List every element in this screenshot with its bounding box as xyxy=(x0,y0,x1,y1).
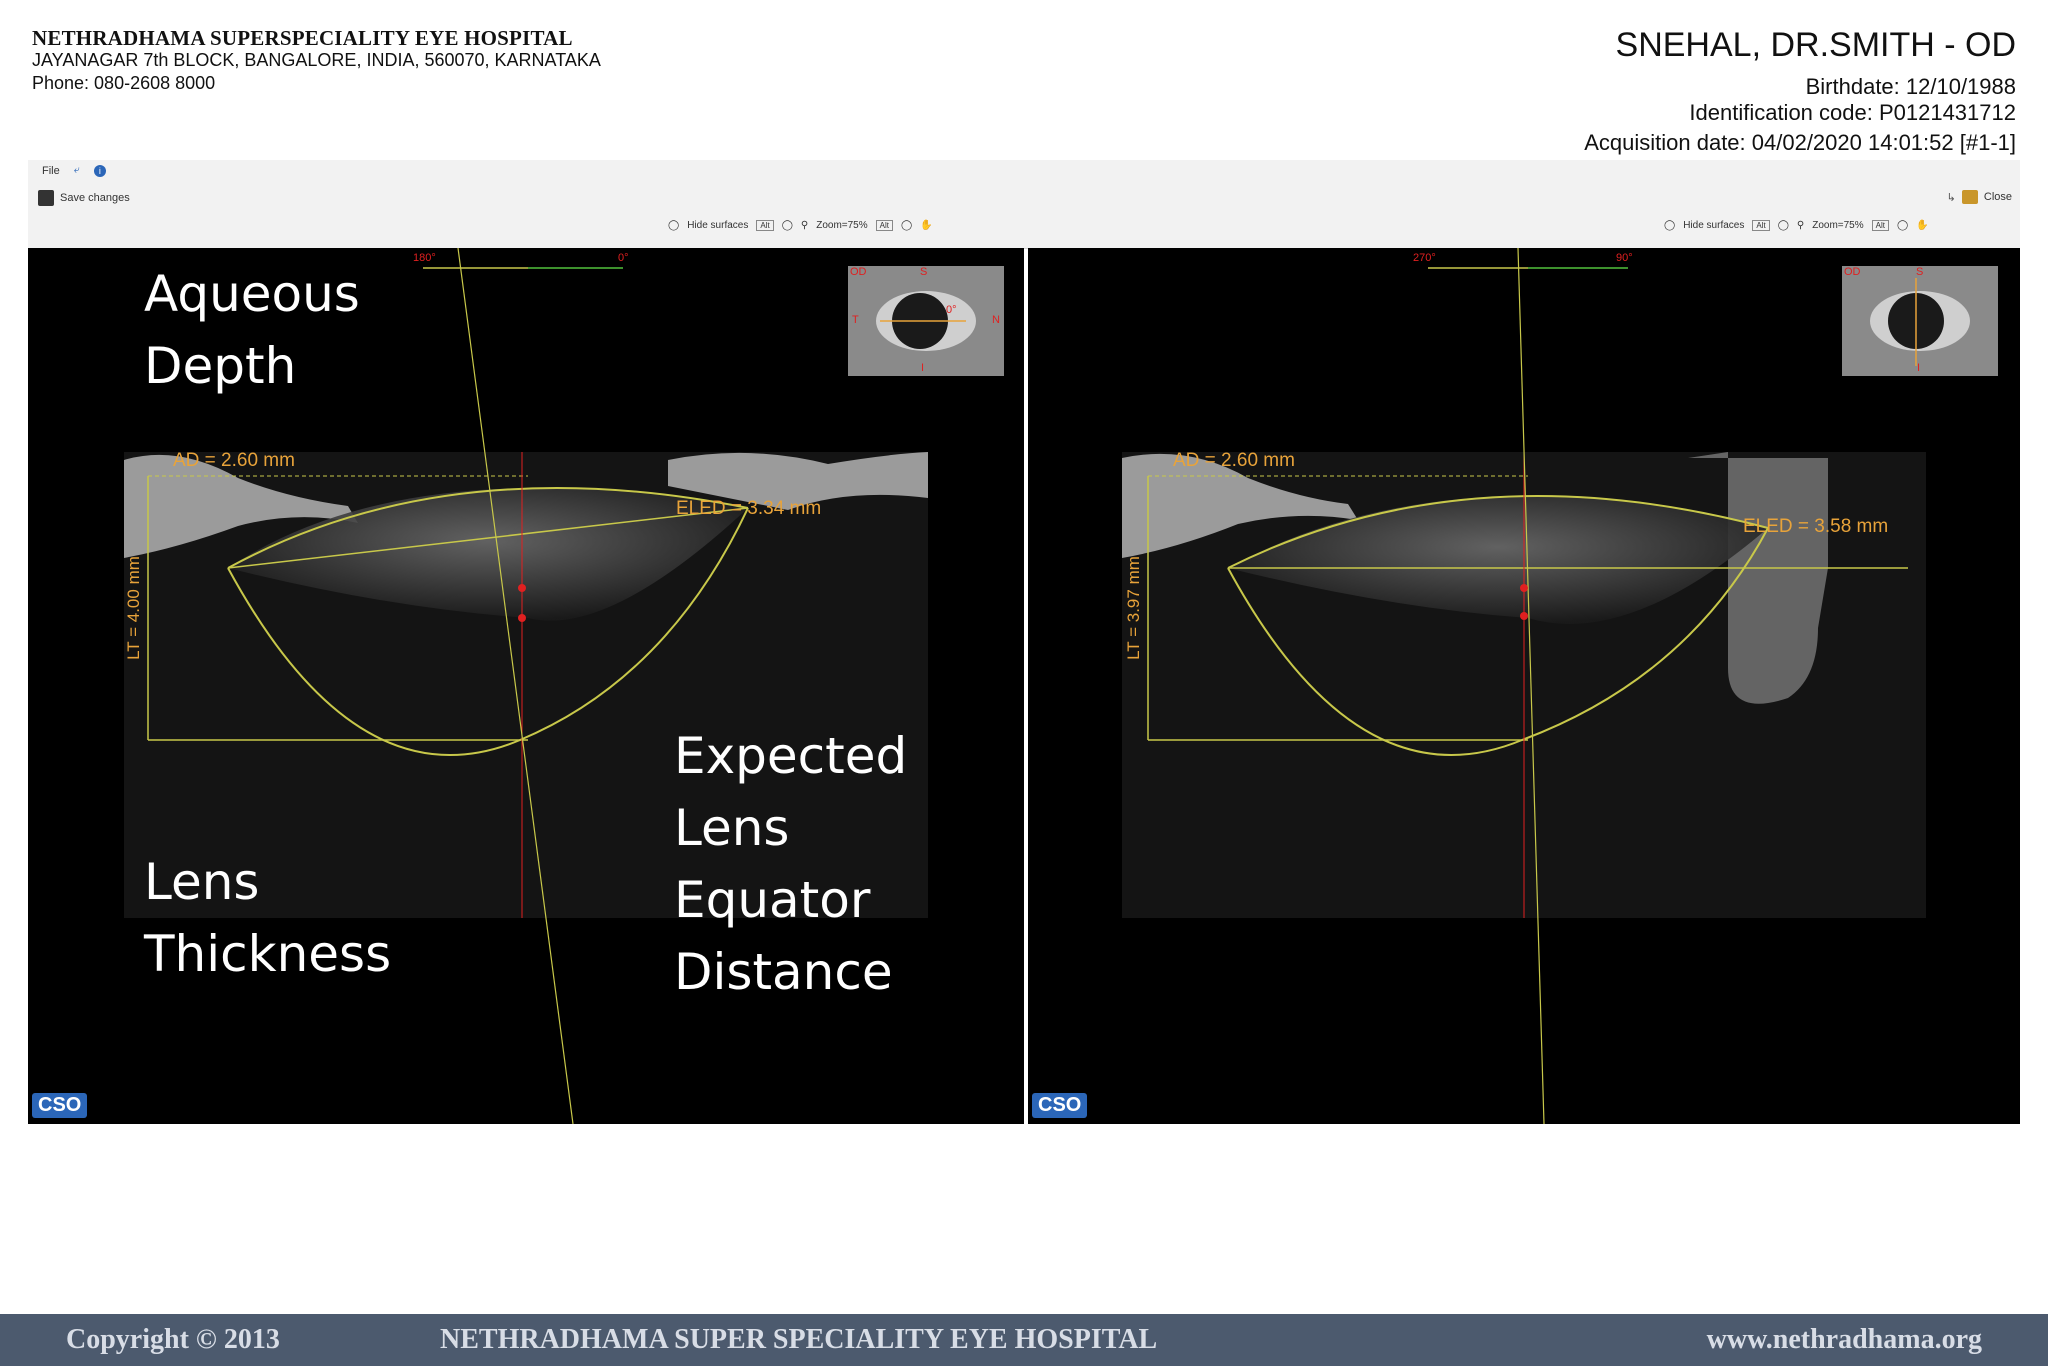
acquisition-date: Acquisition date: 04/02/2020 14:01:52 [#… xyxy=(1584,130,2016,155)
left-oct-panel[interactable]: 180° 0° AD = 2.60 mm ELED = 3.34 mm LT =… xyxy=(28,248,1024,1124)
page-footer: Copyright © 2013 NETHRADHAMA SUPER SPECI… xyxy=(0,1314,2048,1366)
eled-measurement: ELED = 3.58 mm xyxy=(1743,516,1889,537)
mouse-icon: ◯ xyxy=(668,220,680,231)
eled-measurement: ELED = 3.34 mm xyxy=(676,498,822,519)
cso-logo: CSO xyxy=(32,1093,88,1118)
thumbnail-inferior-label: I xyxy=(1917,362,1921,374)
thumbnail-eye-label: OD xyxy=(850,266,867,278)
ad-measurement: AD = 2.60 mm xyxy=(1173,450,1295,471)
alt-key-badge: Alt xyxy=(756,220,774,231)
corner-arrow-icon: ↳ xyxy=(1946,191,1956,204)
mouse-icon: ◯ xyxy=(900,220,913,231)
patient-birthdate: Birthdate: 12/10/1988 xyxy=(1805,74,2016,99)
left-panel-tools: ◯ Hide surfaces Alt ◯ ⚲ Zoom=75% Alt ◯ ✋ xyxy=(668,220,933,231)
angle-label-right: 90° xyxy=(1616,252,1633,264)
label-aqueous-depth: Aqueous Depth xyxy=(144,265,360,395)
patient-title: SNEHAL, DR.SMITH - OD xyxy=(1615,26,2016,64)
measure-point-posterior xyxy=(1520,612,1528,620)
menu-bar: File ⤶ i xyxy=(42,164,106,177)
zoom-level[interactable]: Zoom=75% xyxy=(1812,220,1863,231)
save-changes-button[interactable]: Save changes xyxy=(38,190,130,206)
patient-identification: Identification code: P0121431712 xyxy=(1689,100,2016,125)
hide-surfaces-button[interactable]: Hide surfaces xyxy=(687,220,748,231)
label-expected-lens-equator-distance: Expected Lens Equator Distance xyxy=(674,727,908,1001)
mouse-icon: ◯ xyxy=(781,220,793,231)
hospital-address: JAYANAGAR 7th BLOCK, BANGALORE, INDIA, 5… xyxy=(32,50,601,70)
angle-label-right: 0° xyxy=(618,252,629,264)
hospital-name: NETHRADHAMA SUPERSPECIALITY EYE HOSPITAL xyxy=(32,26,573,50)
right-oct-panel[interactable]: 270° 90° AD = 2.60 mm ELED = 3.58 mm LT … xyxy=(1028,248,2020,1124)
menu-file[interactable]: File xyxy=(42,165,60,177)
thumbnail-degree-label: 0° xyxy=(946,304,957,316)
back-arrow-icon[interactable]: ⤶ xyxy=(74,164,80,177)
ad-measurement: AD = 2.60 mm xyxy=(173,450,295,471)
angle-label-left: 270° xyxy=(1413,252,1436,264)
footer-website[interactable]: www.nethradhama.org xyxy=(1707,1324,1982,1356)
thumbnail-eye-label: OD xyxy=(1844,266,1861,278)
alt-key-badge: Alt xyxy=(875,220,893,231)
pan-hand-icon[interactable]: ✋ xyxy=(920,220,932,231)
zoom-level[interactable]: Zoom=75% xyxy=(816,220,867,231)
zoom-icon: ⚲ xyxy=(1796,220,1805,231)
app-toolbar: File ⤶ i Save changes ↳ Close ◯ Hide sur… xyxy=(28,160,2020,249)
thumbnail-inferior-label: I xyxy=(921,362,925,374)
cso-logo: CSO xyxy=(1032,1093,1088,1118)
label-lens-thickness: Lens Thickness xyxy=(144,853,392,983)
thumbnail-superior-label: S xyxy=(1916,266,1924,278)
hide-surfaces-button[interactable]: Hide surfaces xyxy=(1683,220,1744,231)
thumbnail-temporal-label: T xyxy=(852,314,859,326)
floppy-disk-icon xyxy=(38,190,54,206)
zoom-icon: ⚲ xyxy=(800,220,809,231)
measure-point-posterior xyxy=(518,614,526,622)
mouse-icon: ◯ xyxy=(1777,220,1789,231)
alt-key-badge: Alt xyxy=(1752,220,1770,231)
lt-measurement: LT = 3.97 mm xyxy=(1123,556,1143,660)
thumbnail-nasal-label: N xyxy=(992,314,1000,326)
right-panel-tools: ◯ Hide surfaces Alt ◯ ⚲ Zoom=75% Alt ◯ ✋ xyxy=(1664,220,1929,231)
close-button[interactable]: ↳ Close xyxy=(1947,190,2012,204)
pan-hand-icon[interactable]: ✋ xyxy=(1916,220,1928,231)
angle-label-left: 180° xyxy=(413,252,436,264)
alt-key-badge: Alt xyxy=(1871,220,1889,231)
save-changes-label: Save changes xyxy=(60,192,130,204)
info-icon[interactable]: i xyxy=(93,164,106,177)
measure-point-anterior xyxy=(1520,584,1528,592)
lt-measurement: LT = 4.00 mm xyxy=(123,556,143,660)
right-oct-scan xyxy=(1122,248,1998,1124)
footer-copyright: Copyright © 2013 xyxy=(66,1324,280,1355)
mouse-icon: ◯ xyxy=(1896,220,1909,231)
measure-point-anterior xyxy=(518,584,526,592)
thumbnail-superior-label: S xyxy=(920,266,928,278)
hospital-phone: Phone: 080-2608 8000 xyxy=(32,73,216,93)
close-label: Close xyxy=(1983,191,2012,203)
mouse-icon: ◯ xyxy=(1664,220,1676,231)
close-icon xyxy=(1961,190,1978,204)
footer-hospital-name: NETHRADHAMA SUPER SPECIALITY EYE HOSPITA… xyxy=(440,1324,1158,1355)
